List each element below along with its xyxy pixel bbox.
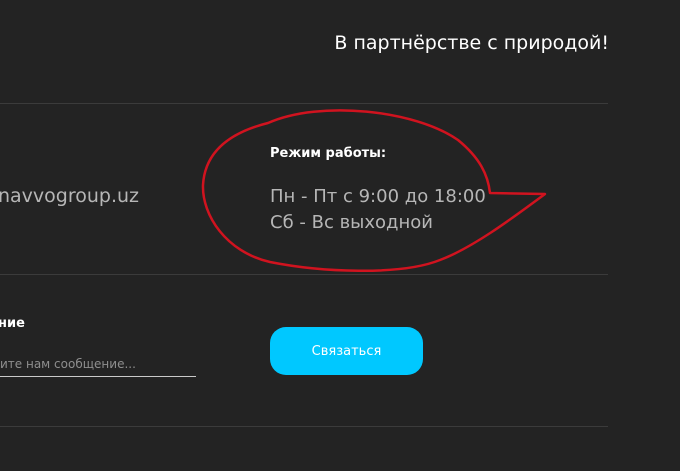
site-tagline: В партнёрстве с природой! <box>334 32 609 54</box>
message-input[interactable] <box>0 352 196 377</box>
working-hours-weekend: Сб - Вс выходной <box>270 212 433 233</box>
contact-email[interactable]: navvogroup.uz <box>0 185 139 207</box>
section-divider-bottom <box>0 426 608 427</box>
red-speech-bubble-annotation <box>201 109 547 272</box>
section-divider-middle <box>0 274 608 275</box>
section-divider-top <box>0 103 608 104</box>
working-hours-title: Режим работы: <box>270 146 387 161</box>
working-hours-weekdays: Пн - Пт с 9:00 до 18:00 <box>270 186 486 207</box>
contact-submit-button[interactable]: Связаться <box>270 327 423 375</box>
message-field-label: ние <box>0 316 25 331</box>
